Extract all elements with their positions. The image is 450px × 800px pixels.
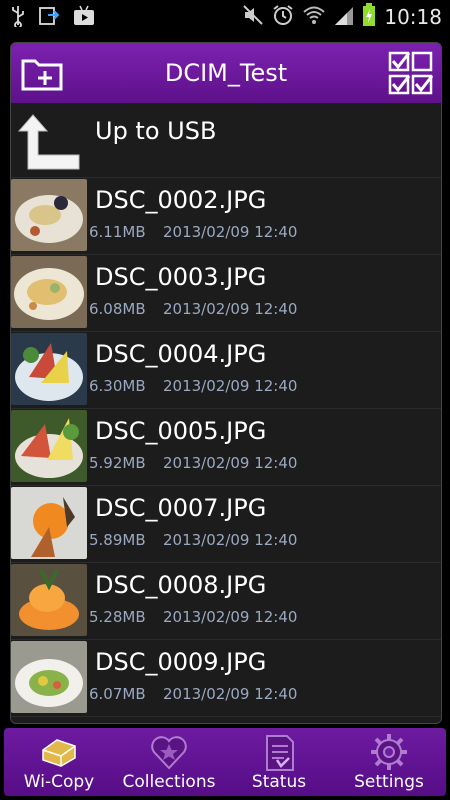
file-date: 2013/02/09 12:40 bbox=[163, 531, 298, 549]
file-date: 2013/02/09 12:40 bbox=[163, 300, 298, 318]
tab-label: Status bbox=[251, 772, 307, 792]
file-date: 2013/02/09 12:40 bbox=[163, 608, 298, 626]
file-date: 2013/02/09 12:40 bbox=[163, 685, 298, 703]
select-all-icon bbox=[388, 51, 434, 95]
file-name: DSC_0008.JPG bbox=[95, 571, 267, 599]
file-row[interactable]: DSC_0005.JPG 5.92MB 2013/02/09 12:40 bbox=[11, 409, 441, 486]
tab-status[interactable]: Status bbox=[224, 728, 334, 796]
tab-label: Collections bbox=[122, 772, 216, 792]
wifi-icon bbox=[302, 4, 326, 30]
tab-settings[interactable]: Settings bbox=[334, 728, 444, 796]
file-row[interactable]: DSC_0009.JPG 6.07MB 2013/02/09 12:40 bbox=[11, 640, 441, 717]
file-name: DSC_0009.JPG bbox=[95, 648, 267, 676]
clock-time: 10:18 bbox=[384, 5, 442, 29]
file-name: DSC_0007.JPG bbox=[95, 494, 267, 522]
file-size: 5.28MB bbox=[89, 608, 146, 626]
tab-label: Wi-Copy bbox=[23, 772, 95, 792]
file-name: DSC_0003.JPG bbox=[95, 263, 267, 291]
up-arrow-icon bbox=[17, 114, 80, 170]
wi-copy-drive-icon bbox=[42, 739, 76, 767]
file-date: 2013/02/09 12:40 bbox=[163, 377, 298, 395]
up-to-usb-row[interactable]: Up to USB bbox=[11, 103, 441, 178]
photo-thumbnail bbox=[11, 179, 87, 251]
photo-thumbnail bbox=[11, 487, 87, 559]
file-size: 5.92MB bbox=[89, 454, 146, 472]
bottom-tab-bar: Wi-Copy Collections Status Settings bbox=[4, 728, 446, 796]
photo-thumbnail bbox=[11, 256, 87, 328]
file-name: DSC_0005.JPG bbox=[95, 417, 267, 445]
file-size: 6.07MB bbox=[89, 685, 146, 703]
photo-thumbnail bbox=[11, 564, 87, 636]
photo-thumbnail bbox=[11, 410, 87, 482]
file-size: 5.89MB bbox=[89, 531, 146, 549]
file-name: DSC_0004.JPG bbox=[95, 340, 267, 368]
file-size: 6.11MB bbox=[89, 223, 146, 241]
file-row[interactable]: DSC_0003.JPG 6.08MB 2013/02/09 12:40 bbox=[11, 255, 441, 332]
select-all-button[interactable] bbox=[387, 49, 435, 97]
file-browser-panel: DCIM_Test Up to USB DSC_0002.JPG 6.11MB … bbox=[10, 42, 442, 724]
signal-icon bbox=[334, 4, 354, 30]
file-size: 6.08MB bbox=[89, 300, 146, 318]
tab-wi-copy[interactable]: Wi-Copy bbox=[4, 728, 114, 796]
status-document-icon bbox=[266, 735, 294, 771]
tab-label: Settings bbox=[354, 772, 424, 792]
photo-thumbnail bbox=[11, 641, 87, 713]
file-name: DSC_0002.JPG bbox=[95, 186, 267, 214]
file-date: 2013/02/09 12:40 bbox=[163, 454, 298, 472]
file-row[interactable]: DSC_0008.JPG 5.28MB 2013/02/09 12:40 bbox=[11, 563, 441, 640]
file-size: 6.30MB bbox=[89, 377, 146, 395]
file-row[interactable]: DSC_0007.JPG 5.89MB 2013/02/09 12:40 bbox=[11, 486, 441, 563]
header-bar: DCIM_Test bbox=[11, 43, 441, 103]
photo-thumbnail bbox=[11, 333, 87, 405]
play-store-icon bbox=[72, 5, 96, 31]
file-date: 2013/02/09 12:40 bbox=[163, 223, 298, 241]
folder-title: DCIM_Test bbox=[164, 59, 288, 87]
battery-charging-icon bbox=[362, 3, 376, 31]
gear-icon bbox=[371, 734, 407, 770]
download-icon bbox=[38, 5, 60, 31]
mute-icon bbox=[242, 4, 264, 30]
alarm-icon bbox=[272, 4, 294, 30]
file-list: Up to USB DSC_0002.JPG 6.11MB 2013/02/09… bbox=[11, 103, 441, 717]
tab-collections[interactable]: Collections bbox=[114, 728, 224, 796]
new-folder-button[interactable] bbox=[19, 49, 67, 97]
status-bar: 10:18 bbox=[0, 0, 450, 32]
file-row[interactable]: DSC_0002.JPG 6.11MB 2013/02/09 12:40 bbox=[11, 178, 441, 255]
usb-icon bbox=[10, 5, 26, 31]
new-folder-icon bbox=[21, 59, 63, 91]
up-to-usb-label: Up to USB bbox=[95, 117, 217, 145]
file-row[interactable]: DSC_0004.JPG 6.30MB 2013/02/09 12:40 bbox=[11, 332, 441, 409]
star-heart-icon bbox=[151, 736, 187, 770]
